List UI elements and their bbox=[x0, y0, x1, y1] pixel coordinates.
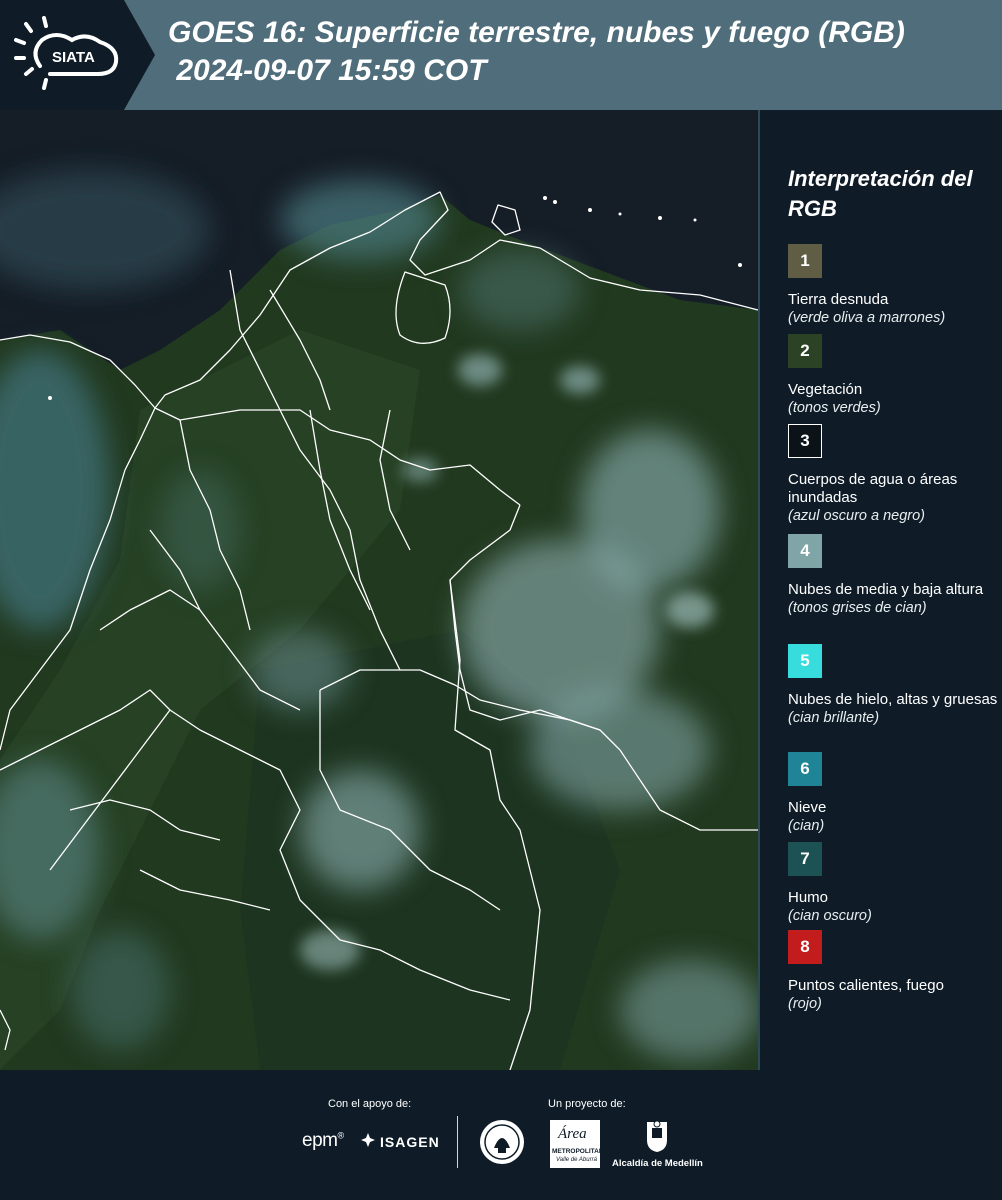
legend-label: Cuerpos de agua o áreas inundadas bbox=[788, 471, 958, 506]
legend-sub: (tonos verdes) bbox=[788, 400, 881, 416]
legend-item-water: 3 Cuerpos de agua o áreas inundadas (azu… bbox=[788, 424, 998, 525]
legend-item-vegetation: 2 Vegetación (tonos verdes) bbox=[788, 334, 998, 417]
alcaldia-text: Alcaldía de Medellín bbox=[612, 1158, 703, 1169]
legend-swatch: 3 bbox=[788, 424, 822, 458]
legend-item-low-clouds: 4 Nubes de media y baja altura (tonos gr… bbox=[788, 534, 998, 617]
area-metropolitana-logo: Área METROPOLITANA Valle de Aburrá bbox=[550, 1120, 608, 1168]
legend-label: Tierra desnuda bbox=[788, 291, 889, 308]
legend-item-snow: 6 Nieve (cian) bbox=[788, 752, 998, 835]
legend-label: Humo bbox=[788, 889, 829, 906]
legend-sub: (azul oscuro a negro) bbox=[788, 508, 926, 524]
sun-cloud-icon: SIATA bbox=[14, 16, 119, 90]
legend-swatch: 6 bbox=[788, 752, 822, 786]
epm-text: epm bbox=[302, 1130, 338, 1151]
header: SIATA GOES 16: Superficie terrestre, nub… bbox=[0, 0, 1002, 110]
legend-label: Nieve bbox=[788, 799, 827, 816]
legend-panel: Interpretación del RGB 1 Tierra desnuda … bbox=[760, 110, 1002, 1070]
legend-sub: (cian brillante) bbox=[788, 710, 880, 726]
legend-sub: (tonos grises de cian) bbox=[788, 600, 927, 616]
footer-divider bbox=[457, 1116, 458, 1168]
legend-label: Puntos calientes, fuego bbox=[788, 977, 944, 994]
epm-logo: epm® bbox=[302, 1130, 344, 1151]
page-title: GOES 16: Superficie terrestre, nubes y f… bbox=[168, 16, 905, 87]
legend-swatch: 8 bbox=[788, 930, 822, 964]
legend-title: Interpretación del RGB bbox=[788, 166, 973, 221]
seal-logo bbox=[478, 1118, 526, 1166]
legend-item-fire: 8 Puntos calientes, fuego (rojo) bbox=[788, 930, 998, 1013]
project-label: Un proyecto de: bbox=[548, 1098, 626, 1110]
medellin-shield-icon bbox=[643, 1118, 671, 1154]
legend-sub: (rojo) bbox=[788, 996, 822, 1012]
legend-swatch: 5 bbox=[788, 644, 822, 678]
legend-swatch: 4 bbox=[788, 534, 822, 568]
legend-swatch: 7 bbox=[788, 842, 822, 876]
legend-item-bare-soil: 1 Tierra desnuda (verde oliva a marrones… bbox=[788, 244, 998, 327]
valle-text: Valle de Aburrá bbox=[556, 1157, 597, 1163]
support-label: Con el apoyo de: bbox=[328, 1098, 412, 1110]
svg-text:SIATA: SIATA bbox=[52, 49, 95, 66]
legend-label: Nubes de media y baja altura bbox=[788, 581, 984, 598]
legend-sub: (cian) bbox=[788, 818, 825, 834]
legend-item-ice-clouds: 5 Nubes de hielo, altas y gruesas (cian … bbox=[788, 644, 998, 727]
legend-swatch: 2 bbox=[788, 334, 822, 368]
legend-label: Nubes de hielo, altas y gruesas bbox=[788, 691, 998, 708]
footer: Con el apoyo de: Un proyecto de: epm® IS… bbox=[0, 1070, 1002, 1200]
siata-logo: SIATA bbox=[0, 0, 155, 110]
legend-label: Vegetación bbox=[788, 381, 863, 398]
isagen-logo: ISAGEN bbox=[380, 1134, 440, 1150]
metropolitana-text: METROPOLITANA bbox=[552, 1148, 609, 1155]
isagen-icon bbox=[360, 1132, 376, 1148]
legend-item-smoke: 7 Humo (cian oscuro) bbox=[788, 842, 998, 925]
satellite-map bbox=[0, 110, 760, 1070]
area-text: Área bbox=[558, 1126, 587, 1142]
legend-sub: (verde oliva a marrones) bbox=[788, 310, 946, 326]
legend-sub: (cian oscuro) bbox=[788, 908, 872, 924]
legend-swatch: 1 bbox=[788, 244, 822, 278]
